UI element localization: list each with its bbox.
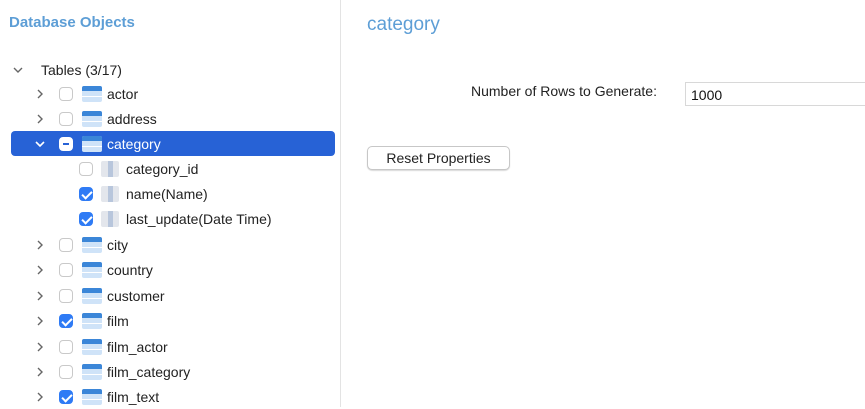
chevron-right-icon[interactable] [33, 390, 47, 404]
chevron-down-icon[interactable] [33, 137, 47, 151]
column-icon [101, 186, 119, 202]
tree-item-customer[interactable]: customer [0, 283, 340, 308]
table-label: city [107, 236, 128, 253]
chevron-right-icon[interactable] [33, 112, 47, 126]
chevron-right-icon[interactable] [33, 87, 47, 101]
column-icon [101, 161, 119, 177]
rows-to-generate-label: Number of Rows to Generate: [471, 83, 657, 99]
column-icon [101, 211, 119, 227]
table-checkbox[interactable] [59, 238, 73, 252]
tree-item-category[interactable]: category [11, 131, 335, 156]
tree-group-tables[interactable]: Tables (3/17) [0, 57, 340, 82]
table-label: film_actor [107, 338, 168, 355]
column-checkbox[interactable] [79, 162, 93, 176]
table-icon [82, 288, 102, 304]
table-checkbox[interactable] [59, 289, 73, 303]
column-label: name(Name) [126, 185, 208, 202]
table-icon [82, 86, 102, 102]
table-label: actor [107, 85, 139, 102]
table-checkbox[interactable] [59, 263, 73, 277]
properties-panel: category Number of Rows to Generate: 100… [341, 0, 865, 407]
table-label: film_category [107, 363, 191, 380]
table-label: film [107, 312, 129, 329]
table-label: film_text [107, 388, 160, 405]
rows-to-generate-input[interactable]: 1000 [685, 82, 865, 106]
tree-item-film-text[interactable]: film_text [0, 384, 340, 409]
tree-item-column[interactable]: category_id [0, 156, 340, 181]
chevron-right-icon[interactable] [33, 289, 47, 303]
column-checkbox-checked[interactable] [79, 187, 93, 201]
table-icon [82, 262, 102, 278]
tree-item-film-actor[interactable]: film_actor [0, 334, 340, 359]
chevron-right-icon[interactable] [33, 263, 47, 277]
reset-properties-button[interactable]: Reset Properties [367, 146, 510, 170]
table-icon [82, 364, 102, 380]
tree-item-film-category[interactable]: film_category [0, 359, 340, 384]
table-checkbox[interactable] [59, 87, 73, 101]
tree-item-country[interactable]: country [0, 257, 340, 282]
column-checkbox-checked[interactable] [79, 212, 93, 226]
tree-item-address[interactable]: address [0, 106, 340, 131]
page-title: category [367, 14, 440, 35]
table-icon [82, 389, 102, 405]
sidebar-title: Database Objects [9, 14, 135, 31]
tree-item-column[interactable]: last_update(Date Time) [0, 206, 340, 231]
table-icon [82, 339, 102, 355]
column-label: last_update(Date Time) [126, 210, 272, 227]
table-checkbox[interactable] [59, 365, 73, 379]
tree-item-actor[interactable]: actor [0, 81, 340, 106]
table-label: address [107, 110, 157, 127]
table-checkbox[interactable] [59, 112, 73, 126]
table-icon [82, 237, 102, 253]
tree-item-column[interactable]: name(Name) [0, 181, 340, 206]
column-label: category_id [126, 160, 199, 177]
tree-item-film[interactable]: film [0, 308, 340, 333]
table-label: country [107, 261, 153, 278]
table-checkbox-checked[interactable] [59, 390, 73, 404]
table-label: customer [107, 287, 165, 304]
tree-item-city[interactable]: city [0, 232, 340, 257]
table-icon [82, 313, 102, 329]
chevron-right-icon[interactable] [33, 314, 47, 328]
table-checkbox-mixed[interactable] [59, 137, 73, 151]
chevron-down-icon[interactable] [11, 63, 25, 77]
table-checkbox[interactable] [59, 340, 73, 354]
table-icon [82, 136, 102, 152]
table-label: category [107, 135, 161, 152]
tables-group-label: Tables (3/17) [41, 61, 122, 78]
chevron-right-icon[interactable] [33, 365, 47, 379]
table-checkbox-checked[interactable] [59, 314, 73, 328]
chevron-right-icon[interactable] [33, 340, 47, 354]
table-icon [82, 111, 102, 127]
database-objects-sidebar: Database Objects Tables (3/17) actor add… [0, 0, 340, 407]
chevron-right-icon[interactable] [33, 238, 47, 252]
